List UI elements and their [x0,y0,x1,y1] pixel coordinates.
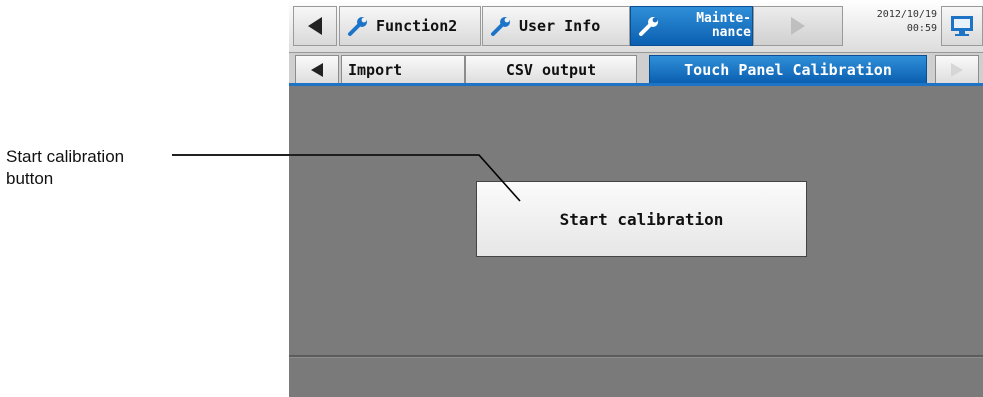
callout-line-2: button [6,169,54,188]
tab-user-info-label: User Info [519,17,601,35]
tab-function2[interactable]: Function2 [339,6,481,46]
tab-touch-panel-calibration[interactable]: Touch Panel Calibration [649,55,927,83]
tab-import-label: Import [348,60,403,79]
start-calibration-label: Start calibration [559,209,724,229]
tab-maintenance-label: Mainte- nance [667,12,751,40]
tab-csv-output[interactable]: CSV output [465,55,637,83]
callout-line-1: Start calibration [6,147,125,166]
tab-user-info[interactable]: User Info [482,6,630,46]
tab-maintenance-label-line1: Mainte- [696,11,751,26]
tab-csv-output-label: CSV output [505,60,597,79]
right-arrow-icon [791,17,805,35]
left-arrow-icon [308,17,322,35]
tab-touch-panel-calibration-label: Touch Panel Calibration [684,60,892,79]
subtab-back-button[interactable] [295,55,339,83]
callout-label: Start calibration button [6,146,124,190]
monitor-icon [951,16,973,36]
start-calibration-button[interactable]: Start calibration [476,181,807,257]
tab-maintenance[interactable]: Mainte- nance [630,6,753,46]
wrench-icon [491,17,510,36]
tab-maintenance-label-line2: nance [711,25,751,40]
nav-forward-button[interactable] [753,6,843,46]
date-text: 2012/10/19 [876,9,937,20]
right-arrow-icon [951,62,963,77]
wrench-icon [348,17,367,36]
wrench-icon [639,17,658,36]
date-time-display: 2012/10/19 00:59 [849,8,937,42]
bottom-area [289,358,983,397]
time-text: 00:59 [906,23,937,34]
subtab-forward-button[interactable] [935,55,979,83]
tab-import[interactable]: Import [341,55,465,83]
sub-tab-bar: Import CSV output Touch Panel Calibratio… [289,53,983,86]
monitor-button[interactable] [941,6,983,46]
top-nav-bar: Function2 User Info Mainte- nance 2012/1… [289,0,983,53]
tab-function2-label: Function2 [376,17,458,35]
left-arrow-icon [311,62,323,77]
nav-back-button[interactable] [293,6,337,46]
